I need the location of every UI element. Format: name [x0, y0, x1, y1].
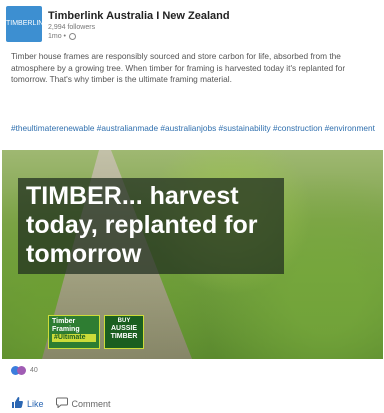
header-text: Timberlink Australia I New Zealand 2,994…: [48, 6, 230, 41]
like-button[interactable]: Like: [11, 397, 44, 410]
follower-count: 2,994 followers: [48, 24, 96, 31]
post-header: TIMBERLINK Timberlink Australia I New Ze…: [6, 6, 230, 42]
love-reaction-icon: [17, 366, 26, 375]
linkedin-post: TIMBERLINK Timberlink Australia I New Ze…: [0, 0, 384, 413]
post-hashtags[interactable]: #theultimaterenewable #australianmade #a…: [11, 123, 377, 135]
like-label: Like: [27, 398, 44, 409]
comment-label: Comment: [71, 398, 111, 409]
post-text: Timber house frames are responsibly sour…: [11, 51, 346, 85]
comment-button[interactable]: Comment: [55, 397, 111, 410]
comment-icon: [55, 397, 68, 410]
post-meta: 1mo •: [48, 32, 230, 41]
post-time: 1mo •: [48, 33, 67, 40]
company-logo-avatar[interactable]: TIMBERLINK: [6, 6, 42, 42]
thumbs-up-icon: [11, 397, 23, 410]
timber-framing-logo: Timber Framing #Ultimate: [48, 315, 100, 349]
reactions-bar[interactable]: 40: [11, 366, 38, 375]
post-actions: Like Comment: [11, 397, 123, 410]
reaction-count: 40: [30, 367, 38, 374]
image-headline: TIMBER... harvest today, replanted for t…: [26, 182, 258, 268]
image-logos: Timber Framing #Ultimate BUY AUSSIE TIMB…: [48, 315, 144, 349]
company-name[interactable]: Timberlink Australia I New Zealand: [48, 10, 230, 23]
post-image[interactable]: TIMBER... harvest today, replanted for t…: [2, 150, 383, 359]
buy-aussie-timber-logo: BUY AUSSIE TIMBER: [104, 315, 144, 349]
globe-icon: [69, 33, 77, 40]
